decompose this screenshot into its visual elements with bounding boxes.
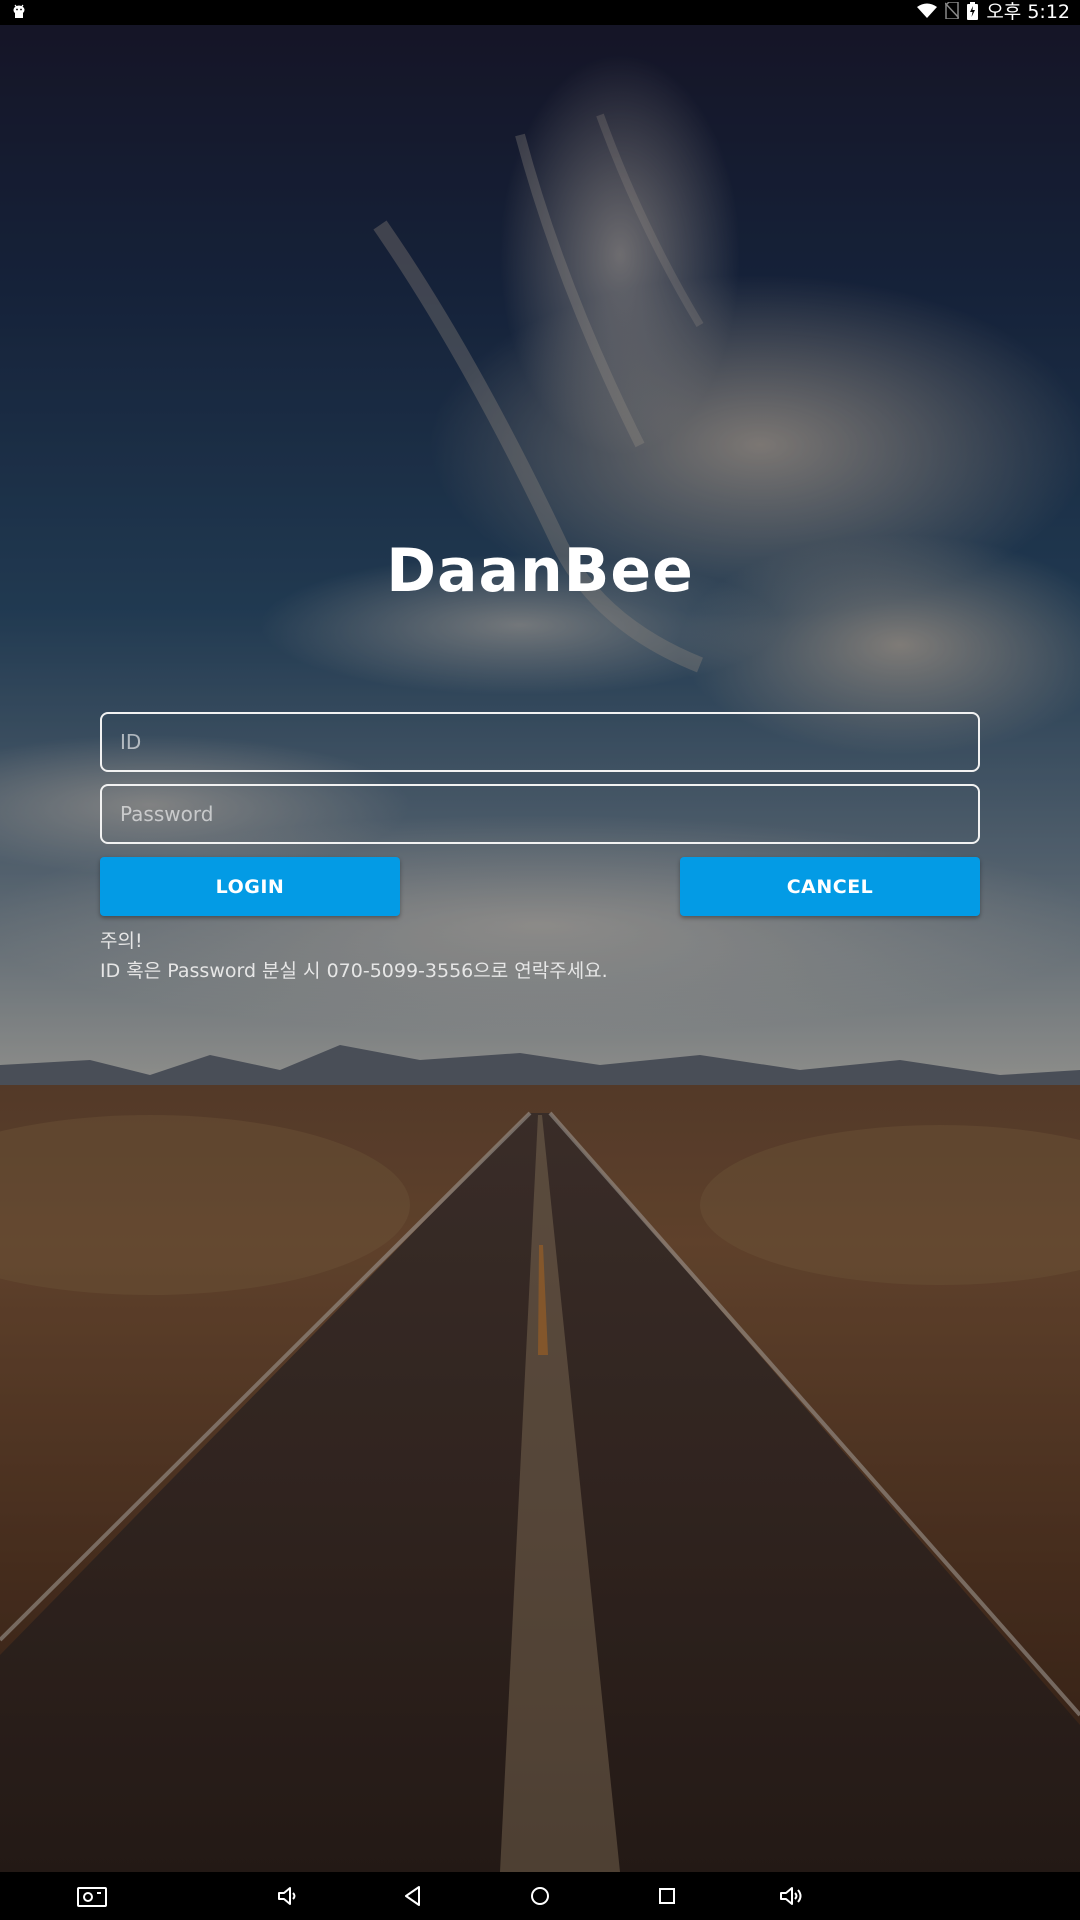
home-icon[interactable] <box>510 1872 570 1920</box>
status-icons: 오후 5:12 <box>917 0 1070 25</box>
notice: 주의! ID 혹은 Password 분실 시 070-5099-3556으로 … <box>100 926 980 986</box>
password-input[interactable] <box>100 784 980 844</box>
screenshot-icon[interactable] <box>62 1872 122 1920</box>
no-sim-icon <box>944 1 960 23</box>
status-time: 오후 5:12 <box>986 1 1070 23</box>
back-icon[interactable] <box>383 1872 443 1920</box>
login-screen: 오후 5:12 DaanBee ID LOGIN CANCEL 주의! ID 혹… <box>0 0 1080 1920</box>
notice-text: ID 혹은 Password 분실 시 070-5099-3556으로 연락주세… <box>100 960 608 982</box>
battery-charging-icon <box>967 1 979 24</box>
notice-title: 주의! <box>100 930 143 952</box>
login-button[interactable]: LOGIN <box>100 857 400 916</box>
wifi-icon <box>917 3 938 23</box>
id-input[interactable] <box>100 712 980 772</box>
cancel-button[interactable]: CANCEL <box>680 857 980 916</box>
recents-icon[interactable] <box>637 1872 697 1920</box>
volume-up-icon[interactable] <box>762 1872 822 1920</box>
app-title: DaanBee <box>386 536 694 606</box>
navigation-bar <box>0 1872 1080 1920</box>
volume-down-icon[interactable] <box>258 1872 318 1920</box>
status-bar: 오후 5:12 <box>0 0 1080 25</box>
android-debug-icon <box>12 3 26 21</box>
